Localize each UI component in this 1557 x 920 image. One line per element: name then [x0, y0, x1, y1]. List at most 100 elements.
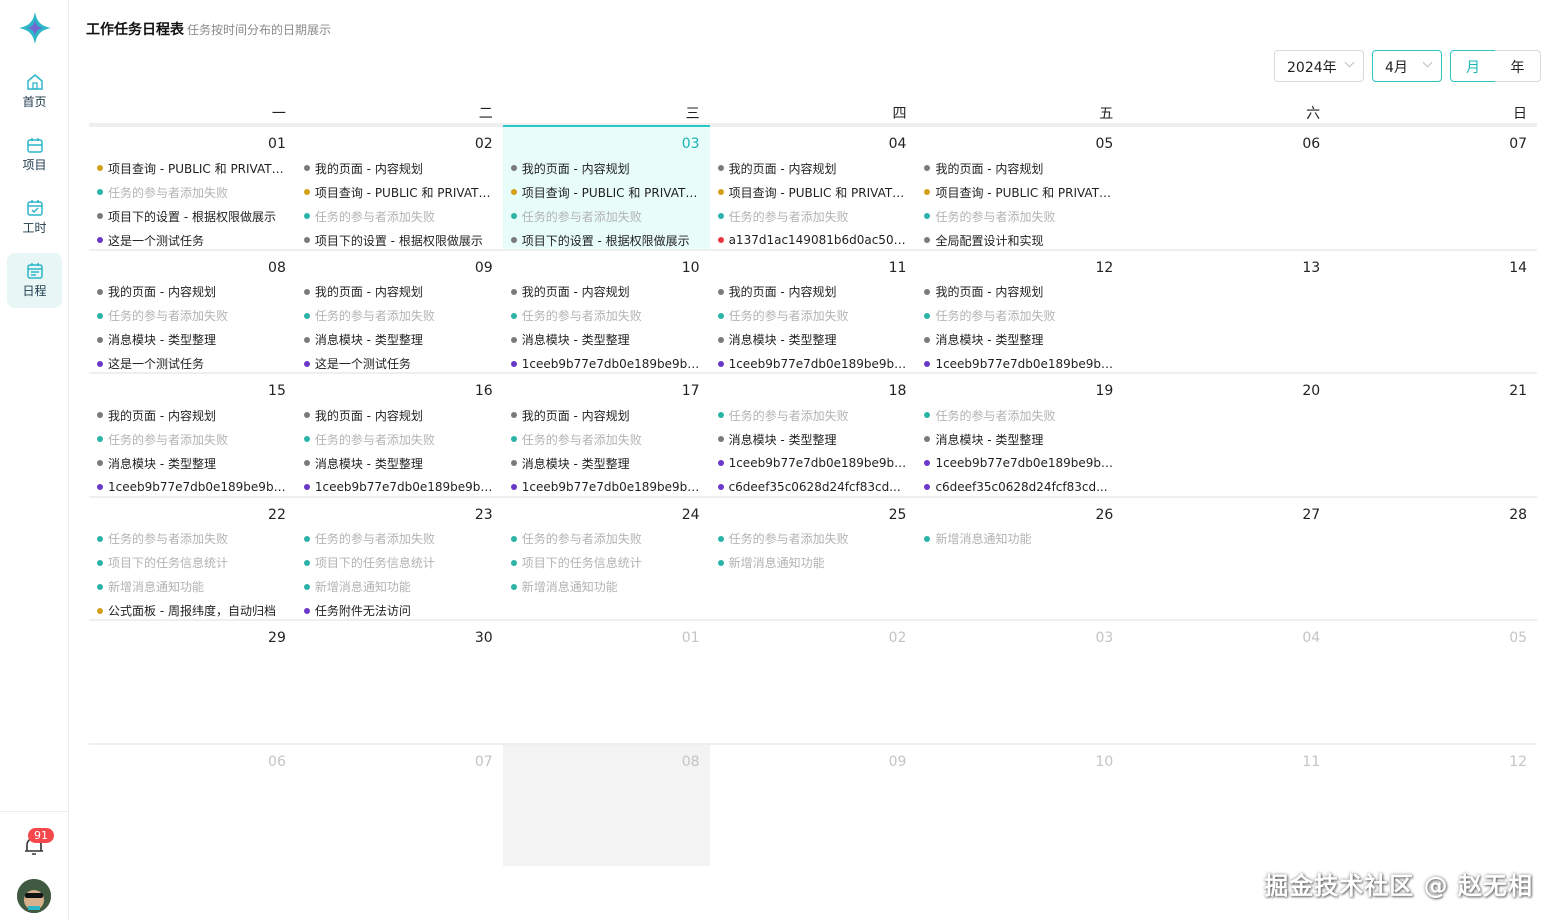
event-item[interactable]: 1ceeb9b77e7db0e189be9bb...: [717, 451, 906, 475]
event-item[interactable]: 我的页面 - 内容规划: [510, 403, 700, 427]
avatar[interactable]: [17, 879, 51, 913]
event-item[interactable]: 任务的参与者添加失败: [924, 403, 1113, 427]
event-item[interactable]: 我的页面 - 内容规划: [717, 280, 907, 304]
event-item[interactable]: 新增消息通知功能: [510, 575, 700, 599]
calendar-day-cell[interactable]: 02: [709, 619, 917, 743]
event-item[interactable]: 这是一个测试任务: [303, 352, 493, 373]
calendar-day-cell[interactable]: 12 我的页面 - 内容规划 任务的参与者添加失败 消息模块 - 类型整理 1ceeb9…: [916, 248, 1124, 373]
calendar-day-cell[interactable]: 23 任务的参与者添加失败 项目下的任务信息统计 新增消息通知功能 任务附件无法访问: [295, 495, 503, 620]
event-item[interactable]: 消息模块 - 类型整理: [924, 427, 1113, 451]
calendar-day-cell[interactable]: 01: [502, 619, 710, 743]
event-item[interactable]: 消息模块 - 类型整理: [97, 451, 286, 475]
calendar-day-cell[interactable]: 16 我的页面 - 内容规划 任务的参与者添加失败 消息模块 - 类型整理 1ceeb9…: [295, 372, 503, 496]
event-item[interactable]: 我的页面 - 内容规划: [924, 280, 1113, 304]
event-item[interactable]: 消息模块 - 类型整理: [303, 328, 493, 352]
calendar-day-cell[interactable]: 26 新增消息通知功能: [916, 495, 1124, 620]
calendar-day-cell[interactable]: 11 我的页面 - 内容规划 任务的参与者添加失败 消息模块 - 类型整理 1ceeb9…: [709, 248, 917, 373]
event-item[interactable]: 消息模块 - 类型整理: [97, 328, 286, 352]
event-item[interactable]: 任务的参与者添加失败: [303, 204, 493, 228]
calendar-day-cell[interactable]: 08: [502, 742, 710, 866]
event-item[interactable]: c6deef35c0628d24fcf83cd...: [717, 475, 907, 496]
event-item[interactable]: 任务的参与者添加失败: [924, 304, 1113, 328]
calendar-day-cell[interactable]: 10: [916, 742, 1124, 867]
calendar-day-cell[interactable]: 02 我的页面 - 内容规划项目查询 - PUBLIC 和 PRIVATE 项目查…: [295, 125, 503, 249]
calendar-day-cell[interactable]: 08 我的页面 - 内容规划 任务的参与者添加失败 消息模块 - 类型整理 这是一个测试…: [89, 248, 296, 373]
event-item[interactable]: 消息模块 - 类型整理: [717, 328, 907, 352]
event-item[interactable]: 1ceeb9b77e7db0e189be9bb...: [924, 352, 1113, 373]
calendar-day-cell[interactable]: 04 我的页面 - 内容规划项目查询 - PUBLIC 和 PRIVATE 项目查…: [709, 125, 917, 249]
sidebar-item-home[interactable]: 首页: [7, 64, 62, 119]
event-item[interactable]: 1ceeb9b77e7db0e189be9bb...: [510, 475, 700, 496]
event-item[interactable]: 我的页面 - 内容规划: [97, 280, 286, 304]
event-item[interactable]: 新增消息通知功能: [717, 551, 907, 575]
calendar-day-cell[interactable]: 07: [1330, 125, 1538, 249]
event-item[interactable]: 项目下的任务信息统计: [303, 551, 493, 575]
event-item[interactable]: 任务的参与者添加失败: [924, 204, 1113, 228]
event-item[interactable]: 项目下的设置 - 根据权限做展示: [510, 228, 700, 249]
event-item[interactable]: 1ceeb9b77e7db0e189be9bb...: [924, 451, 1113, 475]
calendar-day-cell[interactable]: 15 我的页面 - 内容规划 任务的参与者添加失败 消息模块 - 类型整理 1ceeb9…: [89, 372, 296, 496]
event-item[interactable]: 我的页面 - 内容规划: [303, 156, 493, 180]
calendar-day-cell[interactable]: 09: [709, 742, 917, 867]
calendar-day-cell[interactable]: 29: [89, 619, 296, 743]
month-select[interactable]: 4月: [1372, 50, 1442, 82]
event-item[interactable]: 项目查询 - PUBLIC 和 PRIVATE 项目查询: [97, 156, 286, 180]
event-item[interactable]: 我的页面 - 内容规划: [510, 156, 700, 180]
event-item[interactable]: a137d1ac149081b6d0ac50d...: [717, 228, 906, 249]
event-item[interactable]: 新增消息通知功能: [97, 575, 286, 599]
event-item[interactable]: 任务的参与者添加失败: [717, 403, 907, 427]
event-item[interactable]: 项目查询 - PUBLIC 和 PRIVATE 项目查询: [510, 180, 700, 204]
event-item[interactable]: 我的页面 - 内容规划: [303, 280, 493, 304]
calendar-day-cell[interactable]: 20: [1123, 372, 1331, 496]
calendar-day-cell[interactable]: 03: [916, 619, 1124, 743]
calendar-day-cell[interactable]: 21: [1330, 372, 1538, 496]
event-item[interactable]: 项目查询 - PUBLIC 和 PRIVATE 项目查询: [717, 180, 906, 204]
calendar-day-cell[interactable]: 18 任务的参与者添加失败 消息模块 - 类型整理 1ceeb9b77e7db0e18…: [709, 372, 917, 496]
calendar-day-cell[interactable]: 28: [1330, 495, 1538, 620]
calendar-day-cell[interactable]: 25 任务的参与者添加失败 新增消息通知功能: [709, 495, 917, 620]
event-item[interactable]: 我的页面 - 内容规划: [303, 403, 493, 427]
calendar-day-cell[interactable]: 11: [1123, 742, 1331, 867]
event-item[interactable]: 消息模块 - 类型整理: [717, 427, 907, 451]
event-item[interactable]: 任务的参与者添加失败: [97, 527, 286, 551]
event-item[interactable]: 消息模块 - 类型整理: [510, 451, 700, 475]
event-item[interactable]: 新增消息通知功能: [924, 527, 1113, 551]
event-item[interactable]: 公式面板 - 周报纬度，自动归档: [97, 599, 286, 620]
event-item[interactable]: 任务的参与者添加失败: [97, 180, 286, 204]
event-item[interactable]: 任务的参与者添加失败: [717, 304, 907, 328]
event-item[interactable]: 项目下的任务信息统计: [510, 551, 700, 575]
event-item[interactable]: 我的页面 - 内容规划: [97, 403, 286, 427]
calendar-day-cell[interactable]: 06: [89, 742, 296, 867]
calendar-day-cell[interactable]: 19 任务的参与者添加失败 消息模块 - 类型整理 1ceeb9b77e7db0e18…: [916, 372, 1124, 496]
sidebar-item-schedule[interactable]: 日程: [7, 253, 62, 308]
calendar-day-cell[interactable]: 01 项目查询 - PUBLIC 和 PRIVATE 项目查询任务的参与者添加失败…: [89, 125, 296, 249]
calendar-day-cell[interactable]: 13: [1123, 248, 1331, 373]
logo-icon[interactable]: [17, 10, 53, 46]
event-item[interactable]: 1ceeb9b77e7db0e189be9bb...: [717, 352, 906, 373]
view-month-button[interactable]: 月: [1450, 50, 1496, 82]
calendar-day-cell[interactable]: 24 任务的参与者添加失败 项目下的任务信息统计 新增消息通知功能: [502, 495, 710, 620]
event-item[interactable]: 项目下的设置 - 根据权限做展示: [303, 228, 493, 249]
calendar-day-cell[interactable]: 06: [1123, 125, 1331, 249]
event-item[interactable]: 全局配置设计和实现: [924, 228, 1113, 249]
event-item[interactable]: 这是一个测试任务: [97, 228, 286, 249]
calendar-day-cell[interactable]: 05: [1330, 619, 1538, 743]
calendar-day-cell[interactable]: 10 我的页面 - 内容规划 任务的参与者添加失败 消息模块 - 类型整理 1ceeb9…: [502, 248, 710, 373]
event-item[interactable]: 任务的参与者添加失败: [303, 304, 493, 328]
calendar-day-cell[interactable]: 14: [1330, 248, 1538, 373]
event-item[interactable]: 任务的参与者添加失败: [510, 204, 700, 228]
event-item[interactable]: 消息模块 - 类型整理: [510, 328, 700, 352]
sidebar-item-worktime[interactable]: 工时: [7, 190, 62, 245]
year-select[interactable]: 2024年: [1274, 50, 1364, 82]
calendar-day-cell[interactable]: 27: [1123, 495, 1331, 620]
event-item[interactable]: 任务的参与者添加失败: [510, 527, 700, 551]
calendar-day-cell[interactable]: 30: [295, 619, 503, 743]
event-item[interactable]: 任务的参与者添加失败: [717, 527, 907, 551]
event-item[interactable]: 1ceeb9b77e7db0e189be9bb...: [510, 352, 700, 373]
calendar-day-cell[interactable]: 12: [1330, 742, 1538, 867]
event-item[interactable]: 任务的参与者添加失败: [717, 204, 907, 228]
calendar-day-cell[interactable]: 05 我的页面 - 内容规划项目查询 - PUBLIC 和 PRIVATE 项目查…: [916, 125, 1124, 249]
event-item[interactable]: 我的页面 - 内容规划: [717, 156, 907, 180]
event-item[interactable]: 1ceeb9b77e7db0e189be9bb...: [97, 475, 286, 496]
event-item[interactable]: 任务的参与者添加失败: [510, 427, 700, 451]
